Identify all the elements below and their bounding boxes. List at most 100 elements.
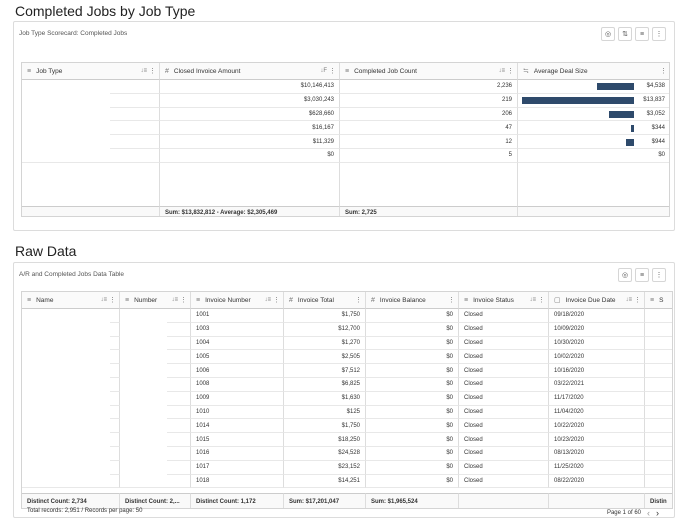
sort-icon[interactable]: ↓≡ xyxy=(498,68,505,74)
filter-icon[interactable]: ≡ xyxy=(635,268,649,282)
cell-average-deal-size: $944 xyxy=(518,135,669,149)
cell-extra xyxy=(645,419,672,434)
more-vertical-icon[interactable]: ⋮ xyxy=(109,296,116,304)
cell-invoice-balance: $0 xyxy=(366,364,459,378)
cell-completed-job-count: 47 xyxy=(340,121,518,136)
cell-invoice-balance: $0 xyxy=(366,433,459,447)
scorecard-toolbar: ◎ ⇅ ≡ ⋮ xyxy=(601,27,666,41)
redacted-area xyxy=(120,309,167,481)
eye-off-icon[interactable]: ◎ xyxy=(618,268,632,282)
sort-icon[interactable]: ↓≡ xyxy=(529,297,536,303)
cell-extra xyxy=(645,392,672,406)
cell-closed-invoice-amount: $10,146,413 xyxy=(160,80,340,94)
column-header-label: Invoice Number xyxy=(205,296,251,304)
column-header-closed-invoice-amount[interactable]: # Closed Invoice Amount ↓F ⋮ xyxy=(160,63,340,80)
sort-icon[interactable]: ⇅ xyxy=(618,27,632,41)
column-header-average-deal-size[interactable]: ≒ Average Deal Size ⋮ xyxy=(518,63,669,80)
sort-icon[interactable]: ↓≡ xyxy=(140,68,147,74)
cell-invoice-due-date: 11/25/2020 xyxy=(549,460,645,475)
more-vertical-icon[interactable]: ⋮ xyxy=(355,296,362,304)
text-column-icon: ≡ xyxy=(345,67,350,75)
cell-invoice-due-date: 08/13/2020 xyxy=(549,447,645,461)
cell-invoice-total: $18,250 xyxy=(284,433,366,447)
column-header-invoice-number[interactable]: ≡ Invoice Number ↓≡ ⋮ xyxy=(191,292,284,309)
column-header-invoice-balance[interactable]: # Invoice Balance ⋮ xyxy=(366,292,459,309)
more-vertical-icon[interactable]: ⋮ xyxy=(507,67,514,75)
more-vertical-icon[interactable]: ⋮ xyxy=(660,67,667,75)
column-header-completed-job-count[interactable]: ≡ Completed Job Count ↓≡ ⋮ xyxy=(340,63,518,80)
column-header-label: Invoice Balance xyxy=(379,296,426,304)
column-header-label: Invoice Total xyxy=(297,296,334,304)
more-vertical-icon[interactable]: ⋮ xyxy=(448,296,455,304)
cell-invoice-status: Closed xyxy=(459,460,549,475)
more-vertical-icon[interactable]: ⋮ xyxy=(149,67,156,75)
cell-invoice-due-date: 10/02/2020 xyxy=(549,350,645,365)
footer-amount-summary: Sum: $13,832,812 - Average: $2,305,469 xyxy=(160,206,340,216)
column-header-invoice-total[interactable]: # Invoice Total ⋮ xyxy=(284,292,366,309)
cell-invoice-total: $1,750 xyxy=(284,419,366,434)
cell-invoice-number: 1004 xyxy=(191,336,284,351)
cell-invoice-status: Closed xyxy=(459,322,549,337)
cell-invoice-total: $14,251 xyxy=(284,474,366,489)
chevron-right-icon[interactable]: › xyxy=(656,508,659,518)
avg-deal-size-bar xyxy=(626,138,634,146)
text-column-icon: ≡ xyxy=(27,67,32,75)
more-vertical-icon[interactable]: ⋮ xyxy=(652,27,666,41)
avg-deal-size-bar xyxy=(522,97,634,105)
avg-deal-size-bar xyxy=(609,111,634,118)
cell-extra xyxy=(645,364,672,378)
eye-off-icon[interactable]: ◎ xyxy=(601,27,615,41)
cell-closed-invoice-amount: $3,030,243 xyxy=(160,93,340,108)
column-header-number[interactable]: ≡ Number ↓≡ ⋮ xyxy=(120,292,191,309)
more-vertical-icon[interactable]: ⋮ xyxy=(652,268,666,282)
cell-invoice-status: Closed xyxy=(459,309,549,323)
cell-invoice-status: Closed xyxy=(459,433,549,447)
cell-invoice-due-date: 11/04/2020 xyxy=(549,405,645,420)
sort-icon[interactable]: ↓≡ xyxy=(171,297,178,303)
cell-extra xyxy=(645,378,672,392)
cell-closed-invoice-amount: $16,167 xyxy=(160,121,340,136)
chevron-left-icon[interactable]: ‹ xyxy=(647,508,650,518)
column-header-invoice-due-date[interactable]: ▢ Invoice Due Date ↓≡ ⋮ xyxy=(549,292,645,309)
avg-deal-size-bar xyxy=(597,83,634,91)
cell-invoice-total: $7,512 xyxy=(284,364,366,378)
cell-invoice-number: 1017 xyxy=(191,460,284,475)
column-header-label: Invoice Due Date xyxy=(565,296,616,304)
cell-invoice-status: Closed xyxy=(459,447,549,461)
empty-cell xyxy=(22,162,160,206)
page-title-completed-jobs: Completed Jobs by Job Type xyxy=(15,3,196,19)
column-header-extra[interactable]: ≡ S xyxy=(645,292,672,309)
sort-icon[interactable]: ↓≡ xyxy=(625,297,632,303)
table-footer-cell xyxy=(518,206,669,216)
filter-icon[interactable]: ≡ xyxy=(635,27,649,41)
cell-completed-job-count: 12 xyxy=(340,135,518,149)
column-header-job-type[interactable]: ≡ Job Type ↓≡ ⋮ xyxy=(22,63,160,80)
scorecard-subtitle: Job Type Scorecard: Completed Jobs xyxy=(19,30,128,37)
table-footer-cell xyxy=(22,206,160,216)
more-vertical-icon[interactable]: ⋮ xyxy=(538,296,545,304)
column-header-invoice-status[interactable]: ≡ Invoice Status ↓≡ ⋮ xyxy=(459,292,549,309)
more-vertical-icon[interactable]: ⋮ xyxy=(329,67,336,75)
calendar-icon: ▢ xyxy=(554,297,561,304)
column-header-name[interactable]: ≡ Name ↓≡ ⋮ xyxy=(22,292,120,309)
sort-icon[interactable]: ↓≡ xyxy=(100,297,107,303)
pagination-bar: Total records: 2,951 / Records per page:… xyxy=(21,506,667,518)
cell-completed-job-count: 2,236 xyxy=(340,80,518,94)
cell-invoice-balance: $0 xyxy=(366,405,459,420)
cell-average-deal-size: $3,052 xyxy=(518,108,669,122)
cell-extra xyxy=(645,447,672,461)
cell-closed-invoice-amount: $11,329 xyxy=(160,135,340,149)
cell-extra xyxy=(645,337,672,351)
sort-icon[interactable]: ↓≡ xyxy=(264,297,271,303)
more-vertical-icon[interactable]: ⋮ xyxy=(180,296,187,304)
cell-invoice-balance: $0 xyxy=(366,474,459,489)
cell-invoice-balance: $0 xyxy=(366,460,459,475)
more-vertical-icon[interactable]: ⋮ xyxy=(273,296,280,304)
cell-extra xyxy=(645,406,672,420)
raw-data-toolbar: ◎ ≡ ⋮ xyxy=(618,268,666,282)
cell-invoice-due-date: 03/22/2021 xyxy=(549,378,645,392)
sort-desc-icon[interactable]: ↓F xyxy=(320,68,327,74)
cell-invoice-number: 1010 xyxy=(191,405,284,420)
more-vertical-icon[interactable]: ⋮ xyxy=(634,296,641,304)
number-column-icon: # xyxy=(289,296,293,304)
